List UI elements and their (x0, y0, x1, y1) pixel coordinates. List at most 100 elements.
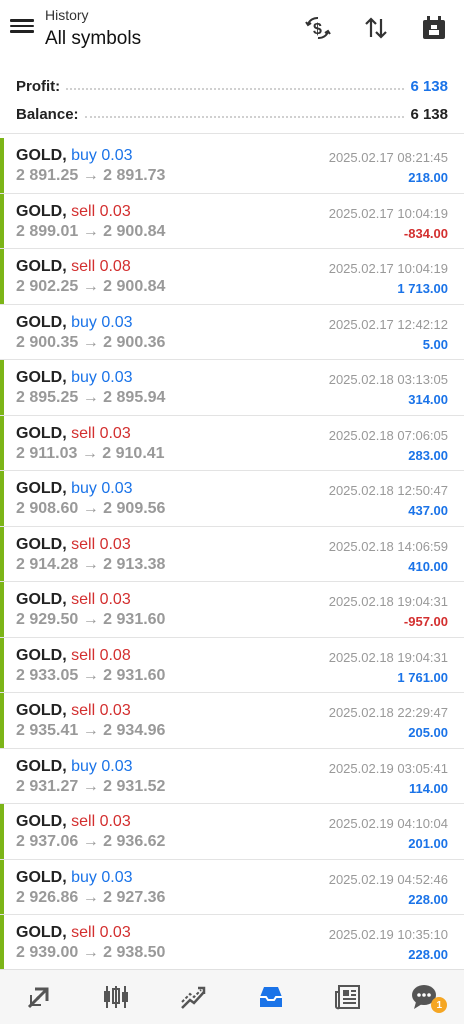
deal-symbol: GOLD, (16, 424, 67, 442)
header-title[interactable]: All symbols (45, 28, 141, 50)
deal-status-bar (0, 138, 4, 193)
profit-label: Profit: (16, 77, 61, 95)
deal-side: buy 0.03 (71, 757, 133, 775)
sort-icon[interactable] (362, 14, 390, 42)
deal-status-bar (0, 360, 4, 415)
summary-panel: Profit: 6 138 Balance: 6 138 (0, 64, 464, 134)
deal-status-bar (0, 749, 4, 804)
deal-symbol: GOLD, (16, 646, 67, 664)
deal-row[interactable]: GOLD, sell 0.03 2 937.06 → 2 936.62 2025.0… (0, 804, 464, 860)
deal-title: GOLD, sell 0.03 (16, 924, 131, 942)
deal-profit: 228.00 (408, 947, 448, 962)
deal-row[interactable]: GOLD, buy 0.03 2 895.25 → 2 895.94 2025.02… (0, 360, 464, 416)
deal-time: 2025.02.18 19:04:31 (328, 594, 448, 609)
trade-icon[interactable] (173, 977, 213, 1017)
calendar-icon[interactable] (420, 14, 448, 42)
deal-time: 2025.02.19 04:10:04 (328, 816, 448, 831)
profit-value: 6 138 (410, 77, 448, 95)
balance-label: Balance: (16, 105, 79, 123)
deal-title: GOLD, sell 0.03 (16, 702, 131, 720)
balance-value: 6 138 (410, 105, 448, 123)
deal-row[interactable]: GOLD, sell 0.08 2 933.05 → 2 931.60 2025.0… (0, 637, 464, 693)
deal-time: 2025.02.18 14:06:59 (328, 538, 448, 554)
deal-side: sell 0.03 (71, 202, 131, 220)
deal-row[interactable]: GOLD, buy 0.03 2 908.60 → 2 909.56 2025.02… (0, 471, 464, 527)
deal-title: GOLD, buy 0.03 (16, 869, 133, 887)
deal-symbol: GOLD, (16, 591, 67, 608)
deal-symbol: GOLD, (16, 258, 67, 275)
deal-side: buy 0.03 (71, 369, 133, 386)
deal-symbol: GOLD, (16, 702, 67, 719)
deal-time: 2025.02.18 22:29:47 (328, 705, 448, 720)
deal-side: sell 0.03 (71, 702, 131, 719)
deal-row[interactable]: GOLD, buy 0.03 2 900.35 → 2 900.36 2025.02… (0, 305, 464, 360)
deal-prices: 2 914.28 → 2 913.38 (16, 555, 166, 573)
deal-profit: 314.00 (408, 392, 448, 407)
deal-row[interactable]: GOLD, sell 0.03 2 914.28 → 2 913.38 2025.0… (0, 526, 464, 582)
deal-time: 2025.02.19 04:52:46 (328, 871, 448, 887)
deal-status-bar (0, 637, 4, 692)
deal-title: GOLD, buy 0.03 (16, 480, 133, 498)
deal-row[interactable]: GOLD, sell 0.03 2 939.00 → 2 938.50 2025.0… (0, 915, 464, 971)
menu-icon[interactable] (10, 16, 34, 40)
deal-title: GOLD, buy 0.03 (16, 369, 133, 387)
deal-profit: 1 761.00 (397, 669, 448, 685)
quotes-icon[interactable] (19, 977, 59, 1017)
deal-row[interactable]: GOLD, buy 0.03 2 931.27 → 2 931.52 2025.02… (0, 749, 464, 804)
header-subtitle: History (45, 7, 89, 23)
deal-title: GOLD, sell 0.03 (16, 591, 131, 609)
deal-title: GOLD, buy 0.03 (16, 758, 133, 776)
deal-time: 2025.02.17 12:42:12 (328, 316, 448, 332)
news-icon[interactable] (328, 977, 368, 1017)
deal-time: 2025.02.19 03:05:41 (328, 760, 448, 776)
deal-profit: 437.00 (408, 503, 448, 518)
deal-title: GOLD, buy 0.03 (16, 314, 133, 332)
deal-prices: 2 931.27 → 2 931.52 (16, 777, 166, 795)
deal-symbol: GOLD, (16, 757, 67, 775)
deal-profit: 205.00 (408, 725, 448, 740)
deal-row[interactable]: GOLD, buy 0.03 2 926.86 → 2 927.36 2025.02… (0, 859, 464, 915)
deal-symbol: GOLD, (16, 202, 67, 220)
deal-time: 2025.02.17 10:04:19 (328, 261, 448, 276)
deal-prices: 2 933.05 → 2 931.60 (16, 666, 166, 684)
deal-time: 2025.02.18 07:06:05 (328, 427, 448, 443)
deal-prices: 2 935.41 → 2 934.96 (16, 722, 166, 739)
deal-row[interactable]: GOLD, sell 0.08 2 902.25 → 2 900.84 2025.0… (0, 249, 464, 305)
deal-time: 2025.02.18 19:04:31 (328, 649, 448, 665)
deal-side: buy 0.03 (71, 868, 133, 886)
deal-row[interactable]: GOLD, sell 0.03 2 911.03 → 2 910.41 2025.0… (0, 415, 464, 471)
deal-side: buy 0.03 (71, 480, 133, 497)
deal-row[interactable]: GOLD, sell 0.03 2 929.50 → 2 931.60 2025.0… (0, 582, 464, 638)
deal-status-bar (0, 804, 4, 859)
messages-icon[interactable]: 1 (405, 977, 448, 1017)
deal-symbol: GOLD, (16, 313, 67, 331)
deal-status-bar (0, 526, 4, 581)
deal-profit: 1 713.00 (397, 281, 448, 296)
deal-symbol: GOLD, (16, 924, 67, 941)
chart-icon[interactable] (96, 977, 136, 1017)
deal-time: 2025.02.17 10:04:19 (328, 205, 448, 221)
profit-row: Profit: 6 138 (16, 72, 448, 100)
deal-title: GOLD, sell 0.03 (16, 425, 131, 443)
deal-time: 2025.02.19 10:35:10 (328, 927, 448, 942)
history-icon[interactable] (251, 977, 291, 1017)
deal-time: 2025.02.17 08:21:45 (328, 150, 448, 165)
deal-prices: 2 929.50 → 2 931.60 (16, 611, 166, 628)
deal-prices: 2 899.01 → 2 900.84 (16, 222, 166, 240)
deal-title: GOLD, sell 0.08 (16, 647, 131, 665)
deal-side: sell 0.03 (71, 813, 131, 830)
deal-row[interactable]: GOLD, sell 0.03 2 935.41 → 2 934.96 2025.0… (0, 693, 464, 749)
dotted-leader (84, 116, 405, 118)
deals-list: GOLD, buy 0.03 2 891.25 → 2 891.73 2025.02… (0, 138, 464, 971)
top-bar: History All symbols $ (0, 0, 464, 64)
deal-row[interactable]: GOLD, buy 0.03 2 891.25 → 2 891.73 2025.02… (0, 138, 464, 194)
deal-status-bar (0, 693, 4, 748)
deal-row[interactable]: GOLD, sell 0.03 2 899.01 → 2 900.84 2025.0… (0, 193, 464, 249)
deal-symbol: GOLD, (16, 480, 67, 497)
deal-title: GOLD, sell 0.03 (16, 536, 131, 554)
deal-side: sell 0.03 (71, 424, 131, 442)
deal-side: buy 0.03 (71, 313, 133, 331)
deposit-withdraw-icon[interactable]: $ (304, 14, 332, 42)
deal-symbol: GOLD, (16, 147, 67, 164)
deal-title: GOLD, sell 0.03 (16, 203, 131, 221)
